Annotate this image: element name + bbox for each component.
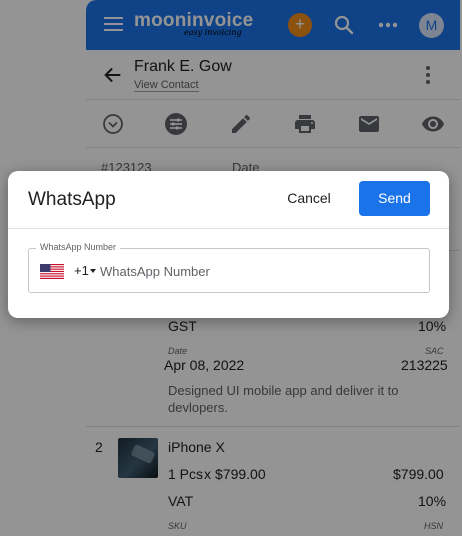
send-button[interactable]: Send <box>359 181 430 216</box>
cancel-button[interactable]: Cancel <box>274 181 344 216</box>
whatsapp-number-label: WhatsApp Number <box>36 242 121 252</box>
country-dial-code[interactable]: +1 <box>74 263 89 278</box>
whatsapp-number-field: WhatsApp Number +1 <box>28 242 430 293</box>
us-flag-icon[interactable] <box>40 264 64 279</box>
screen: mooninvoice easy invoicing + M Frank E. … <box>0 0 462 536</box>
whatsapp-number-input[interactable] <box>100 260 420 282</box>
dialog-title: WhatsApp <box>28 189 116 210</box>
whatsapp-dialog: WhatsApp Cancel Send WhatsApp Number +1 <box>8 171 449 318</box>
chevron-down-icon[interactable] <box>90 269 96 273</box>
dialog-divider <box>8 228 449 229</box>
